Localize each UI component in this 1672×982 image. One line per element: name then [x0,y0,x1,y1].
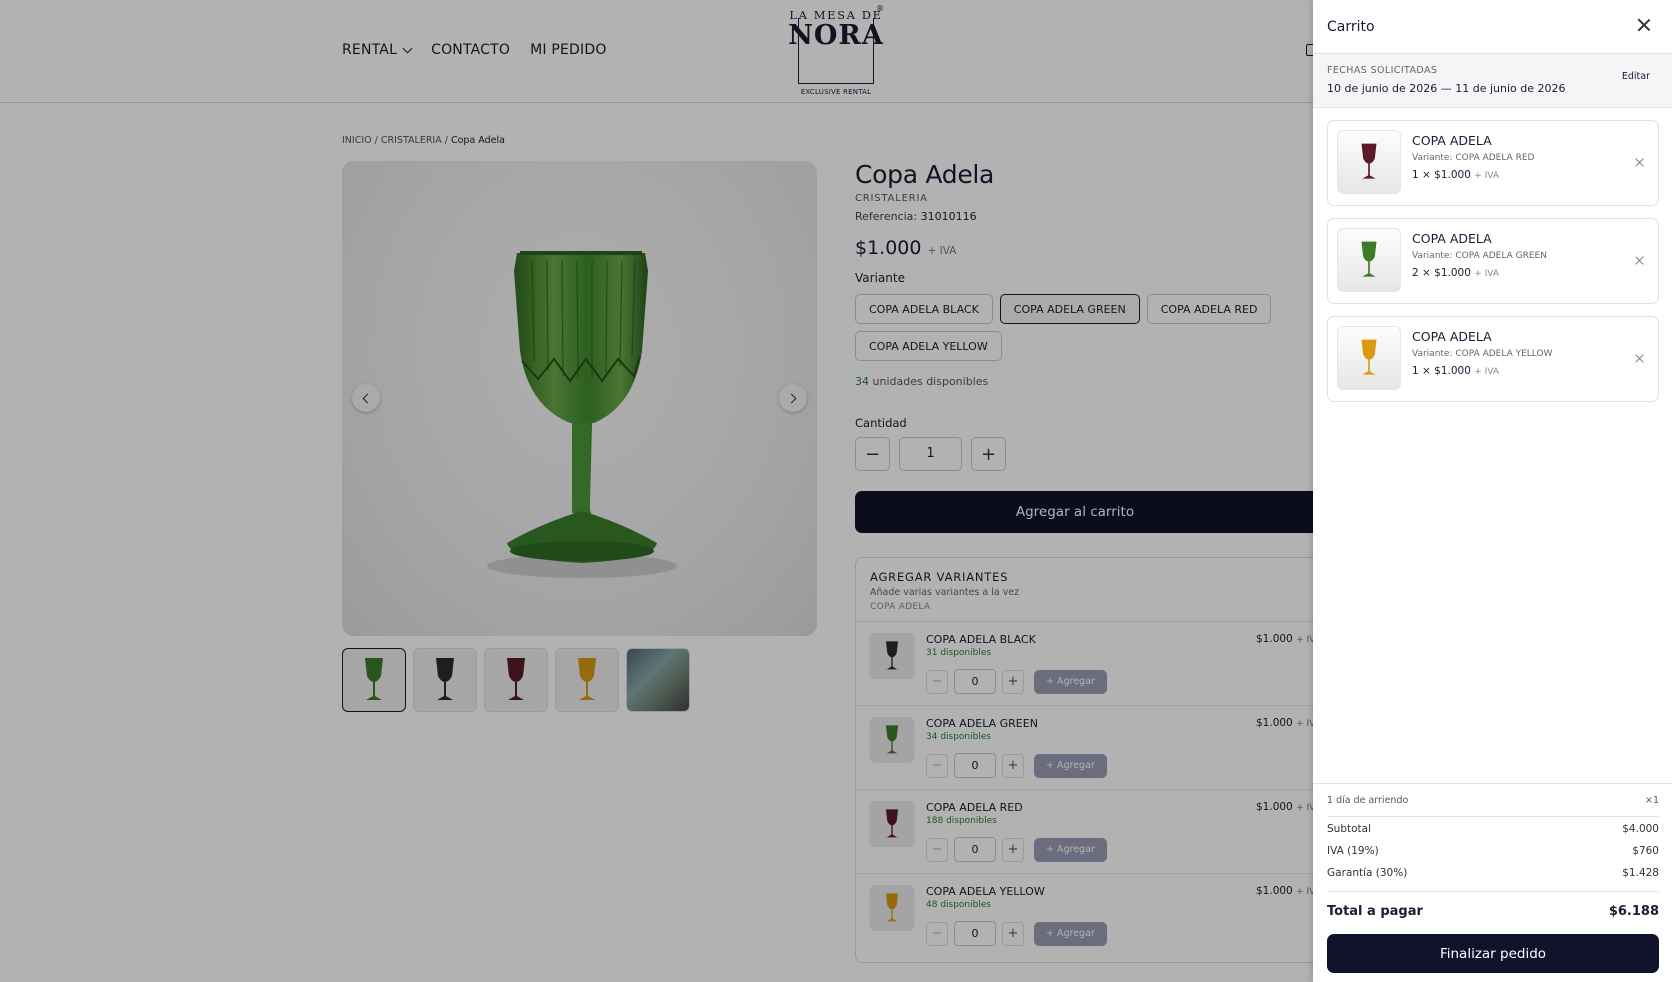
cart-header: Carrito [1313,0,1672,54]
cart-item-variant: Variante: COPA ADELA GREEN [1412,251,1547,261]
total-label: Total a pagar [1327,904,1423,919]
total-row: Total a pagar $6.188 [1327,904,1659,919]
cart-summary: 1 día de arriendo ×1 Subtotal $4.000 IVA (… [1313,783,1672,982]
cart-item-image [1337,130,1401,194]
dates-value: 10 de junio de 2026 — 11 de junio de 202… [1327,82,1566,95]
cart-item-variant: Variante: COPA ADELA RED [1412,153,1535,163]
rental-days-row: 1 día de arriendo ×1 [1327,795,1659,806]
cart-drawer: Carrito FECHAS SOLICITADAS 10 de junio d… [1313,0,1672,982]
deposit-row: Garantía (30%) $1.428 [1327,867,1659,879]
rental-days-label: 1 día de arriendo [1327,795,1409,806]
summary-divider [1327,816,1659,817]
edit-dates-button[interactable]: Editar [1622,71,1650,82]
checkout-button[interactable]: Finalizar pedido [1327,934,1659,973]
cart-item-tax: + IVA [1474,171,1500,181]
remove-item-icon[interactable] [1635,256,1644,265]
cart-item: COPA ADELA Variante: COPA ADELA GREEN 2 × … [1327,218,1659,304]
cart-item: COPA ADELA Variante: COPA ADELA RED 1 × $1… [1327,120,1659,206]
cart-item-image [1337,326,1401,390]
cart-item-quantity: 1 × $1.000 + IVA [1412,169,1499,181]
requested-dates: FECHAS SOLICITADAS 10 de junio de 2026 —… [1313,54,1672,108]
cart-item-variant: Variante: COPA ADELA YELLOW [1412,349,1553,359]
cart-item-name: COPA ADELA [1412,231,1492,246]
goblet-icon [1361,143,1377,179]
dates-label: FECHAS SOLICITADAS [1327,65,1438,76]
subtotal-label: Subtotal [1327,823,1371,835]
cart-item-qty-line: 2 × $1.000 [1412,267,1471,279]
iva-value: $760 [1632,845,1659,857]
total-value: $6.188 [1608,904,1659,919]
goblet-icon [1361,241,1377,277]
deposit-value: $1.428 [1622,867,1659,879]
deposit-label: Garantía (30%) [1327,867,1408,879]
goblet-icon [1361,339,1377,375]
cart-item-qty-line: 1 × $1.000 [1412,169,1471,181]
cart-item-qty-line: 1 × $1.000 [1412,365,1471,377]
iva-label: IVA (19%) [1327,845,1379,857]
remove-item-icon[interactable] [1635,158,1644,167]
subtotal-row: Subtotal $4.000 [1327,823,1659,835]
cart-title: Carrito [1327,19,1375,35]
iva-row: IVA (19%) $760 [1327,845,1659,857]
cart-item-image [1337,228,1401,292]
cart-item-quantity: 2 × $1.000 + IVA [1412,267,1499,279]
cart-item-name: COPA ADELA [1412,329,1492,344]
remove-item-icon[interactable] [1635,354,1644,363]
close-icon[interactable] [1636,17,1652,33]
modal-overlay[interactable] [0,0,1313,982]
cart-item: COPA ADELA Variante: COPA ADELA YELLOW 1 ×… [1327,316,1659,402]
cart-item-quantity: 1 × $1.000 + IVA [1412,365,1499,377]
cart-item-tax: + IVA [1474,367,1500,377]
cart-item-name: COPA ADELA [1412,133,1492,148]
rental-multiplier: ×1 [1644,795,1659,806]
subtotal-value: $4.000 [1622,823,1659,835]
summary-divider [1327,891,1659,892]
cart-item-tax: + IVA [1474,269,1500,279]
